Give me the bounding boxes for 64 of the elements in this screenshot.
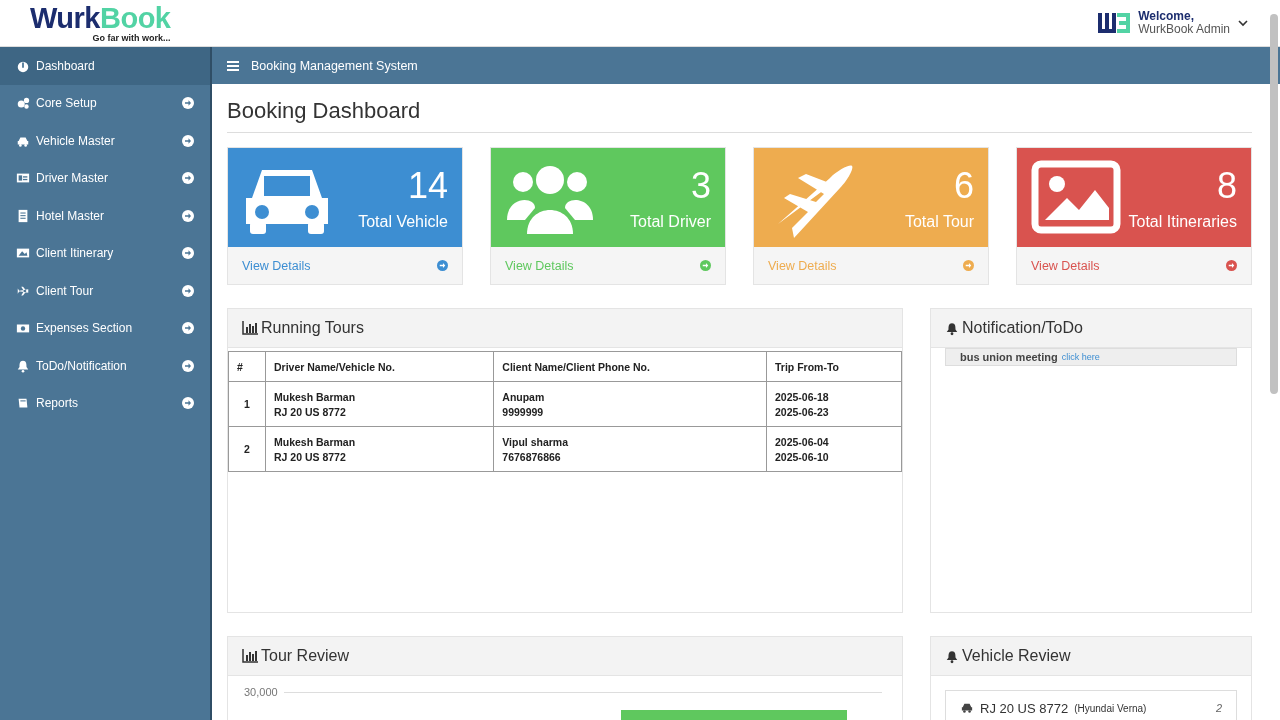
stat-count: 8: [1216, 164, 1237, 207]
column-header: Driver Name/Vehicle No.: [265, 351, 494, 382]
column-header: #: [228, 351, 266, 382]
column-header: Trip From-To: [766, 351, 902, 382]
menu-icon[interactable]: [227, 60, 239, 71]
sidebar-item[interactable]: Hotel Master: [0, 197, 210, 235]
view-details-link[interactable]: View Details: [242, 258, 311, 273]
table-cell: Mukesh Barman RJ 20 US 8772: [265, 426, 494, 472]
sidebar-item[interactable]: Expenses Section: [0, 309, 210, 347]
logo-tagline: Go far with work...: [92, 33, 171, 43]
circle-arrow-icon[interactable]: [700, 260, 711, 271]
sidebar-item[interactable]: Core Setup: [0, 84, 210, 122]
logo-text: WurkBook: [30, 3, 171, 33]
table-cell: 2: [228, 426, 266, 472]
user-name: WurkBook Admin: [1138, 23, 1230, 37]
table-cell: Anupam 9999999: [493, 381, 767, 427]
menu-item-icon: [16, 358, 30, 373]
sidebar-item[interactable]: Client Tour: [0, 272, 210, 310]
sidebar-item[interactable]: Dashboard: [0, 47, 210, 85]
circle-arrow-icon[interactable]: [1226, 260, 1237, 271]
stat-label: Total Itineraries: [1128, 212, 1237, 231]
sidebar-item[interactable]: Driver Master: [0, 159, 210, 197]
logo-icon: [1098, 13, 1131, 33]
bell-icon: [945, 320, 959, 336]
stat-count: 14: [407, 164, 448, 207]
table-cell: Mukesh Barman RJ 20 US 8772: [265, 381, 494, 427]
stat-label: Total Driver: [630, 212, 711, 231]
sidebar-item[interactable]: Vehicle Master: [0, 122, 210, 160]
vehicle-model: (Hyundai Verna): [1074, 702, 1148, 714]
welcome-text: Welcome,: [1138, 9, 1195, 23]
menu-item-icon: [16, 96, 30, 111]
menu-item-icon: [16, 208, 30, 223]
sidebar-item[interactable]: ToDo/Notification: [0, 347, 210, 385]
notification-text: bus union meeting: [960, 351, 1058, 363]
bell-icon: [945, 648, 959, 664]
panel-title: Notification/ToDo: [962, 319, 1083, 337]
stat-count: 3: [690, 164, 711, 207]
bar-chart-icon: [242, 649, 258, 663]
axis-tick-label: 30,000: [244, 686, 278, 698]
bar-chart-icon: [242, 321, 258, 335]
panel-title: Tour Review: [261, 647, 350, 665]
stat-label: Total Vehicle: [358, 212, 448, 231]
sidebar-item[interactable]: Reports: [0, 384, 210, 422]
stat-label: Total Tour: [904, 212, 974, 231]
review-count: 2: [1215, 702, 1222, 714]
stat-count: 6: [953, 164, 974, 207]
topbar-title: Booking Management System: [251, 58, 418, 73]
table-cell: 2025-06-18 2025-06-23: [766, 381, 902, 427]
circle-arrow-icon[interactable]: [963, 260, 974, 271]
panel-title: Running Tours: [261, 319, 364, 337]
table-cell: Vipul sharma 7676876866: [493, 426, 767, 472]
car-icon: [960, 702, 974, 714]
click-here-link[interactable]: click here: [1061, 352, 1100, 362]
panel-title: Vehicle Review: [962, 647, 1071, 665]
vehicle-plate: RJ 20 US 8772: [980, 700, 1069, 716]
scrollbar[interactable]: [1270, 14, 1278, 394]
circle-arrow-icon[interactable]: [437, 260, 448, 271]
sidebar-item[interactable]: Client Itinerary: [0, 234, 210, 272]
view-details-link[interactable]: View Details: [1031, 258, 1100, 273]
table-cell: 1: [228, 381, 266, 427]
table-cell: 2025-06-04 2025-06-10: [766, 426, 902, 472]
column-header: Client Name/Client Phone No.: [493, 351, 767, 382]
chevron-down-icon[interactable]: [1238, 19, 1248, 27]
page-title: Booking Dashboard: [227, 98, 1252, 133]
